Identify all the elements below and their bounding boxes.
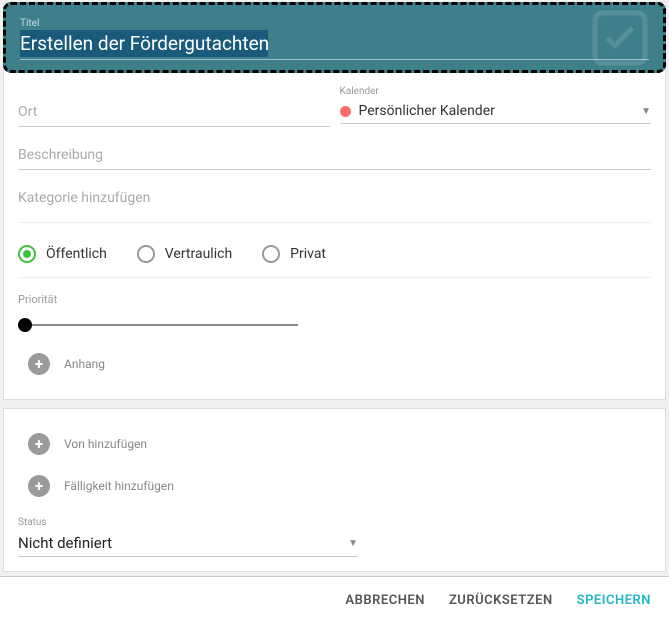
priority-slider[interactable] <box>18 315 298 335</box>
plus-icon: + <box>28 353 50 375</box>
status-label: Status <box>18 517 651 528</box>
reset-button[interactable]: ZURÜCKSETZEN <box>449 593 553 608</box>
description-input[interactable] <box>18 141 651 170</box>
check-icon <box>585 5 655 70</box>
visibility-radio-group: Öffentlich Vertraulich Privat <box>18 237 651 278</box>
save-button[interactable]: SPEICHERN <box>577 593 651 608</box>
cancel-button[interactable]: ABBRECHEN <box>345 593 425 608</box>
chevron-down-icon: ▼ <box>641 106 651 117</box>
plus-icon: + <box>28 475 50 497</box>
priority-label: Priorität <box>18 293 57 306</box>
radio-private[interactable]: Privat <box>262 245 326 263</box>
chevron-down-icon: ▼ <box>348 538 358 549</box>
title-input[interactable] <box>20 30 649 57</box>
footer-actions: ABBRECHEN ZURÜCKSETZEN SPEICHERN <box>0 576 669 624</box>
attachment-add[interactable]: + Anhang <box>28 343 651 385</box>
calendar-color-dot <box>340 106 351 117</box>
location-input[interactable] <box>18 86 330 127</box>
calendar-select[interactable]: Persönlicher Kalender ▼ <box>340 99 652 124</box>
title-field[interactable]: Titel <box>3 2 666 73</box>
status-select[interactable]: Nicht definiert ▼ <box>18 530 358 557</box>
category-input[interactable] <box>18 184 651 212</box>
start-add[interactable]: + Von hinzufügen <box>28 423 651 465</box>
plus-icon: + <box>28 433 50 455</box>
calendar-selected: Persönlicher Kalender <box>359 103 642 119</box>
radio-confidential[interactable]: Vertraulich <box>137 245 232 263</box>
due-add[interactable]: + Fälligkeit hinzufügen <box>28 465 651 507</box>
radio-public[interactable]: Öffentlich <box>18 245 107 263</box>
calendar-label: Kalender <box>340 86 652 97</box>
title-label: Titel <box>20 18 39 29</box>
